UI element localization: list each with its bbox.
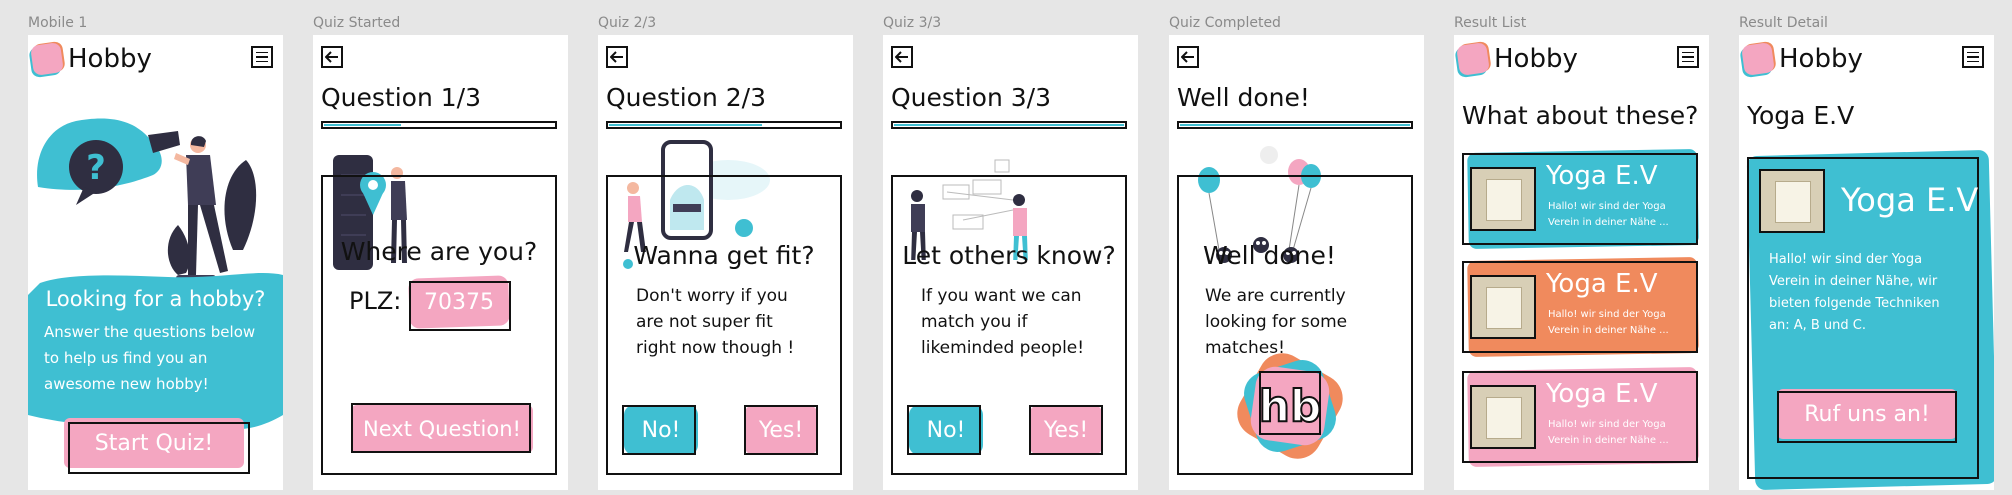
- question-text: Where are you?: [340, 237, 538, 266]
- frame-label-result-detail: Result Detail: [1739, 15, 1828, 31]
- menu-icon[interactable]: [251, 46, 273, 68]
- no-label: No!: [641, 417, 681, 443]
- quiz-progress: [1177, 121, 1413, 129]
- back-arrow-icon[interactable]: [606, 46, 628, 68]
- no-button[interactable]: No!: [622, 405, 698, 455]
- brand[interactable]: Hobby: [1456, 39, 1578, 79]
- detail-description: Hallo! wir sind der Yoga Verein in deine…: [1769, 252, 1940, 333]
- no-button[interactable]: No!: [907, 405, 983, 455]
- start-quiz-label: Start Quiz!: [94, 430, 214, 456]
- detail-card: Yoga E.V Hallo! wir sind der Yoga Verein…: [1746, 149, 1994, 490]
- frame-quiz-completed: Well done! Well done! We are currently l…: [1169, 35, 1424, 490]
- frame-quiz-started: Question 1/3 Where are you? PLZ: 70375 N…: [313, 35, 568, 490]
- result-name: Yoga E.V: [1546, 379, 1658, 409]
- question-card: Where are you? PLZ: 70375 Next Question!: [321, 175, 557, 475]
- yes-button[interactable]: Yes!: [744, 405, 818, 455]
- logo-icon: [1456, 42, 1490, 76]
- question-description: If you want we can match you if likemind…: [921, 286, 1085, 358]
- completed-title: Well done!: [1177, 83, 1310, 112]
- frame-quiz-2: Question 2/3 Wanna get fit? Don't worry …: [598, 35, 853, 490]
- frame-label-mobile1: Mobile 1: [28, 15, 88, 31]
- yes-label: Yes!: [758, 417, 804, 443]
- detail-name: Yoga E.V: [1841, 181, 1979, 219]
- quiz-progress: [321, 121, 557, 129]
- hero-heading: Looking for a hobby?: [45, 287, 266, 311]
- result-card[interactable]: Yoga E.V Hallo! wir sind der Yoga Verein…: [1462, 257, 1699, 357]
- menu-icon[interactable]: [1677, 46, 1699, 68]
- menu-icon[interactable]: [1962, 46, 1984, 68]
- back-arrow-icon[interactable]: [891, 46, 913, 68]
- question-text: Wanna get fit?: [633, 241, 815, 270]
- back-arrow-icon[interactable]: [321, 46, 343, 68]
- hero-text: Answer the questions below to help us fi…: [44, 323, 256, 393]
- detail-heading: Yoga E.V: [1747, 101, 1855, 130]
- call-us-button[interactable]: Ruf uns an!: [1777, 389, 1957, 443]
- start-quiz-button[interactable]: Start Quiz!: [64, 418, 250, 474]
- result-description: Hallo! wir sind der Yoga Verein in deine…: [1548, 201, 1669, 228]
- result-name: Yoga E.V: [1546, 269, 1658, 299]
- plz-value: 70375: [424, 289, 494, 315]
- logo-icon: [30, 42, 64, 76]
- detail-image: [1759, 169, 1825, 233]
- yes-button[interactable]: Yes!: [1029, 405, 1103, 455]
- results-heading: What about these?: [1462, 101, 1699, 130]
- brand[interactable]: Hobby: [1741, 39, 1863, 79]
- svg-text:?: ?: [86, 148, 106, 188]
- completed-text: We are currently looking for some matche…: [1205, 286, 1348, 358]
- question-text: Let others know?: [902, 241, 1116, 270]
- completed-heading: Well done!: [1203, 241, 1336, 270]
- hb-logo: hb: [1228, 344, 1352, 468]
- frame-label-quiz-3: Quiz 3/3: [883, 15, 942, 31]
- question-title: Question 3/3: [891, 83, 1051, 112]
- progress-fill: [609, 124, 763, 126]
- frame-result-list: Hobby What about these? Yoga E.V Hallo! …: [1454, 35, 1709, 490]
- frame-result-detail: Hobby Yoga E.V Yoga E.V Hallo! wir sind …: [1739, 35, 1994, 490]
- result-image: [1470, 275, 1536, 339]
- frame-label-result-list: Result List: [1454, 15, 1527, 31]
- hb-logo-text: hb: [1258, 380, 1323, 433]
- frame-label-quiz-started: Quiz Started: [313, 15, 401, 31]
- brand-name: Hobby: [1779, 44, 1863, 74]
- frame-mobile1: Hobby ? Looking for a hobby? Answer the …: [28, 35, 283, 490]
- frame-label-quiz-completed: Quiz Completed: [1169, 15, 1281, 31]
- completed-card: Well done! We are currently looking for …: [1177, 175, 1413, 475]
- brand[interactable]: Hobby: [30, 39, 152, 79]
- call-us-label: Ruf uns an!: [1804, 401, 1930, 427]
- yes-label: Yes!: [1043, 417, 1089, 443]
- question-card: Let others know? If you want we can matc…: [891, 175, 1127, 475]
- question-title: Question 1/3: [321, 83, 481, 112]
- result-image: [1470, 167, 1536, 231]
- frame-label-quiz-2: Quiz 2/3: [598, 15, 657, 31]
- next-question-label: Next Question!: [363, 417, 521, 441]
- quiz-progress: [606, 121, 842, 129]
- brand-name: Hobby: [68, 44, 152, 74]
- next-question-button[interactable]: Next Question!: [351, 403, 533, 453]
- result-description: Hallo! wir sind der Yoga Verein in deine…: [1548, 419, 1669, 446]
- back-arrow-icon[interactable]: [1177, 46, 1199, 68]
- result-description: Hallo! wir sind der Yoga Verein in deine…: [1548, 309, 1669, 336]
- question-description: Don't worry if you are not super fit rig…: [636, 286, 795, 358]
- question-title: Question 2/3: [606, 83, 766, 112]
- progress-fill: [894, 124, 1124, 126]
- question-card: Wanna get fit? Don't worry if you are no…: [606, 175, 842, 475]
- logo-icon: [1741, 42, 1775, 76]
- progress-fill: [324, 124, 401, 126]
- result-name: Yoga E.V: [1546, 161, 1658, 191]
- no-label: No!: [926, 417, 966, 443]
- brand-name: Hobby: [1494, 44, 1578, 74]
- frame-quiz-3: Question 3/3 Let others know? If you wan…: [883, 35, 1138, 490]
- result-card[interactable]: Yoga E.V Hallo! wir sind der Yoga Verein…: [1462, 149, 1699, 249]
- result-image: [1470, 385, 1536, 449]
- plz-input[interactable]: 70375: [408, 275, 511, 331]
- quiz-progress: [891, 121, 1127, 129]
- progress-fill: [1180, 124, 1410, 126]
- result-card[interactable]: Yoga E.V Hallo! wir sind der Yoga Verein…: [1462, 367, 1699, 467]
- plz-label: PLZ:: [349, 287, 402, 315]
